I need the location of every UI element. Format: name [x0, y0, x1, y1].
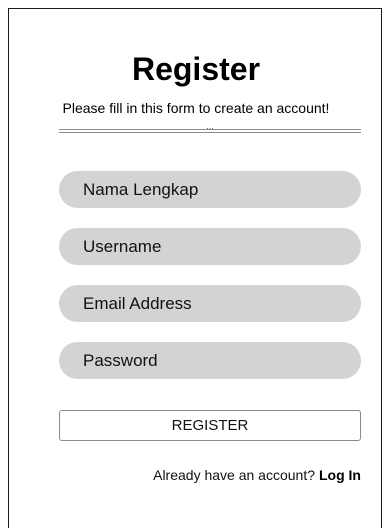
page-subtitle: Please fill in this form to create an ac…	[62, 100, 330, 116]
login-link[interactable]: Log In	[319, 467, 361, 483]
divider-dots: ...	[206, 121, 214, 131]
page-title: Register	[131, 51, 261, 87]
divider: ...	[59, 121, 361, 133]
register-form-container: Register Please fill in this form to cre…	[8, 8, 382, 528]
email-input[interactable]	[59, 285, 361, 322]
password-input[interactable]	[59, 342, 361, 379]
login-prompt-text: Already have an account?	[153, 467, 315, 483]
full-name-input[interactable]	[59, 171, 361, 208]
login-prompt: Already have an account? Log In	[153, 467, 361, 483]
username-input[interactable]	[59, 228, 361, 265]
register-button[interactable]: REGISTER	[59, 410, 361, 441]
